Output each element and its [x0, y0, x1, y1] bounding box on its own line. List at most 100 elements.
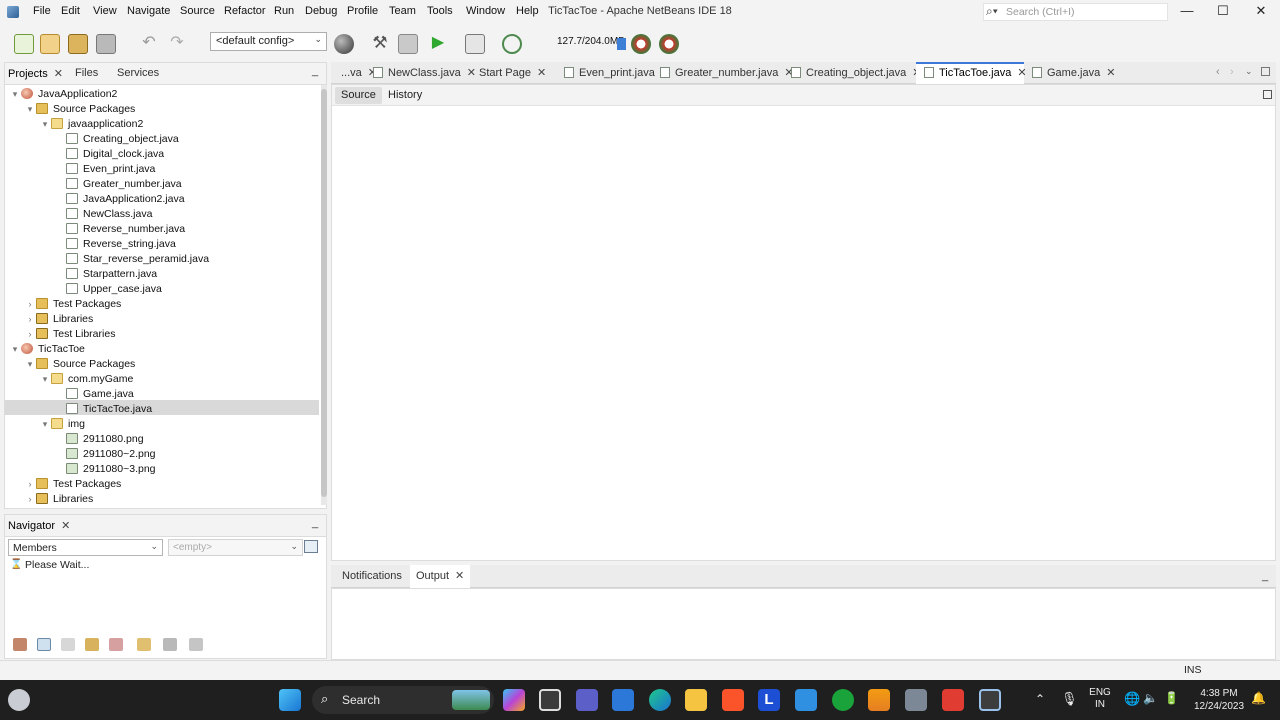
editor-tab[interactable]: Start Page ✕ [465, 62, 556, 84]
tree-node[interactable]: ▾ img [39, 417, 85, 432]
clean-build-icon[interactable] [398, 34, 418, 54]
filter-inherited-icon[interactable] [37, 638, 51, 651]
close-icon[interactable]: ✕ [455, 570, 464, 582]
minimize-panel-icon[interactable]: _ [312, 517, 318, 529]
filter-inner-icon[interactable] [109, 638, 123, 651]
notification-bell-icon[interactable]: 🔔 [1251, 691, 1266, 705]
collapsed-chevron-icon[interactable]: › [24, 492, 36, 507]
open-project-icon[interactable] [68, 34, 88, 54]
volume-icon[interactable]: 🔈 [1143, 691, 1158, 705]
camera-icon[interactable] [942, 689, 964, 711]
minimize-button[interactable]: — [1176, 3, 1198, 21]
collapsed-chevron-icon[interactable]: › [24, 297, 36, 312]
expanded-chevron-icon[interactable]: ▾ [24, 102, 36, 117]
language-indicator[interactable]: ENG IN [1086, 687, 1114, 711]
tree-scrollbar-thumb[interactable] [321, 89, 327, 497]
profiler-icon[interactable] [659, 34, 679, 54]
copilot-icon[interactable] [503, 689, 525, 711]
config-dropdown[interactable]: <default config> ⌄ [210, 32, 327, 51]
show-opened-documents-icon[interactable]: ⌄ [1245, 66, 1253, 77]
brave-icon[interactable] [722, 689, 744, 711]
collapsed-chevron-icon[interactable]: › [24, 327, 36, 342]
expand-all-icon[interactable] [189, 638, 203, 651]
close-icon[interactable]: ✕ [54, 68, 63, 80]
debug-icon[interactable] [465, 34, 485, 54]
profile-icon[interactable] [502, 34, 522, 54]
tree-node[interactable]: › Test Packages [24, 297, 121, 312]
tab-navigator[interactable]: Navigator ✕ [8, 519, 70, 532]
editor-tab[interactable]: Game.java ✕ [1024, 62, 1115, 84]
tree-node[interactable]: 2911080~3.png [54, 462, 156, 477]
tree-node[interactable]: JavaApplication2.java [54, 192, 185, 207]
tree-node[interactable]: NewClass.java [54, 207, 152, 222]
new-file-icon[interactable] [14, 34, 34, 54]
tree-node[interactable]: Upper_case.java [54, 282, 162, 297]
maximize-button[interactable]: ☐ [1212, 3, 1234, 21]
filter-fields-icon[interactable] [13, 638, 27, 651]
tree-node[interactable]: Game.java [54, 387, 134, 402]
navigator-options-icon[interactable] [304, 540, 318, 553]
expanded-chevron-icon[interactable]: ▾ [39, 417, 51, 432]
collapsed-chevron-icon[interactable]: › [24, 312, 36, 327]
vscode-icon[interactable] [795, 689, 817, 711]
tree-node[interactable]: › Libraries [24, 312, 93, 327]
output-window[interactable] [331, 588, 1276, 660]
split-editor-icon[interactable] [1263, 90, 1272, 99]
microphone-icon[interactable]: 🎙 [1061, 691, 1078, 707]
sort-by-source-icon[interactable] [137, 638, 151, 651]
scroll-tabs-right-icon[interactable]: › [1230, 66, 1234, 78]
l-app-icon[interactable]: L [758, 689, 780, 711]
expanded-chevron-icon[interactable]: ▾ [24, 357, 36, 372]
file-explorer-icon[interactable] [685, 689, 707, 711]
tree-node[interactable]: Starpattern.java [54, 267, 157, 282]
tab-projects[interactable]: Projects ✕ [8, 67, 63, 80]
tree-node[interactable]: Star_reverse_peramid.java [54, 252, 209, 267]
scroll-tabs-left-icon[interactable]: ‹ [1216, 66, 1220, 78]
close-button[interactable]: ✕ [1250, 3, 1272, 21]
tab-services[interactable]: Services [117, 67, 159, 79]
members-select[interactable]: Members ⌄ [8, 539, 163, 556]
maximize-window-icon[interactable] [1261, 67, 1270, 76]
tree-node[interactable]: › Test Packages [24, 477, 121, 492]
store-icon[interactable] [612, 689, 634, 711]
expanded-chevron-icon[interactable]: ▾ [39, 117, 51, 132]
edge-icon[interactable] [649, 689, 671, 711]
windows-start-icon[interactable] [279, 689, 301, 711]
editor-tab[interactable]: Even_print.java✕ [556, 62, 670, 84]
minimize-panel-icon[interactable]: _ [1256, 565, 1274, 588]
memory-indicator[interactable]: 127.7/204.0MB [557, 36, 625, 47]
close-icon[interactable]: ✕ [537, 67, 546, 79]
new-project-icon[interactable] [40, 34, 60, 54]
snip-icon[interactable] [905, 689, 927, 711]
xbox-icon[interactable] [832, 689, 854, 711]
tree-node[interactable]: Reverse_string.java [54, 237, 176, 252]
source-mode-button[interactable]: Source [335, 87, 382, 104]
run-icon[interactable]: ▶ [428, 34, 448, 54]
expanded-chevron-icon[interactable]: ▾ [9, 342, 21, 357]
empty-select[interactable]: <empty> ⌄ [168, 539, 303, 556]
tab-notifications[interactable]: Notifications [336, 565, 408, 588]
ide-search-box[interactable]: ⌕▾ Search (Ctrl+I) [983, 3, 1168, 21]
filter-non-public-icon[interactable] [85, 638, 99, 651]
sort-by-name-icon[interactable] [163, 638, 177, 651]
tree-node[interactable]: › Test Libraries [24, 327, 115, 342]
tree-node[interactable]: Creating_object.java [54, 132, 179, 147]
tab-output[interactable]: Output ✕ [410, 565, 471, 588]
globe-icon[interactable] [334, 34, 354, 54]
tree-node[interactable]: TicTacToe.java [54, 402, 152, 417]
tree-node[interactable]: Digital_clock.java [54, 147, 164, 162]
tree-node[interactable]: ▾ Source Packages [24, 357, 135, 372]
editor-tab[interactable]: TicTacToe.java ✕ [916, 62, 1027, 84]
close-icon[interactable]: ✕ [61, 520, 70, 532]
expanded-chevron-icon[interactable]: ▾ [9, 87, 21, 102]
editor-tab[interactable]: Greater_number.java ✕ [652, 62, 794, 84]
editor-tab[interactable]: NewClass.java ✕ [365, 62, 476, 84]
battery-icon[interactable]: 🔋 [1164, 691, 1179, 705]
show-hidden-icons[interactable]: ⌃ [1035, 692, 1045, 706]
close-icon[interactable]: ✕ [1106, 67, 1115, 79]
filter-static-icon[interactable] [61, 638, 75, 651]
tree-node[interactable]: ▾ javaapplication2 [39, 117, 143, 132]
build-icon[interactable]: ⚒ [370, 34, 390, 54]
editor-tab[interactable]: ...va✕ [331, 62, 377, 84]
expanded-chevron-icon[interactable]: ▾ [39, 372, 51, 387]
